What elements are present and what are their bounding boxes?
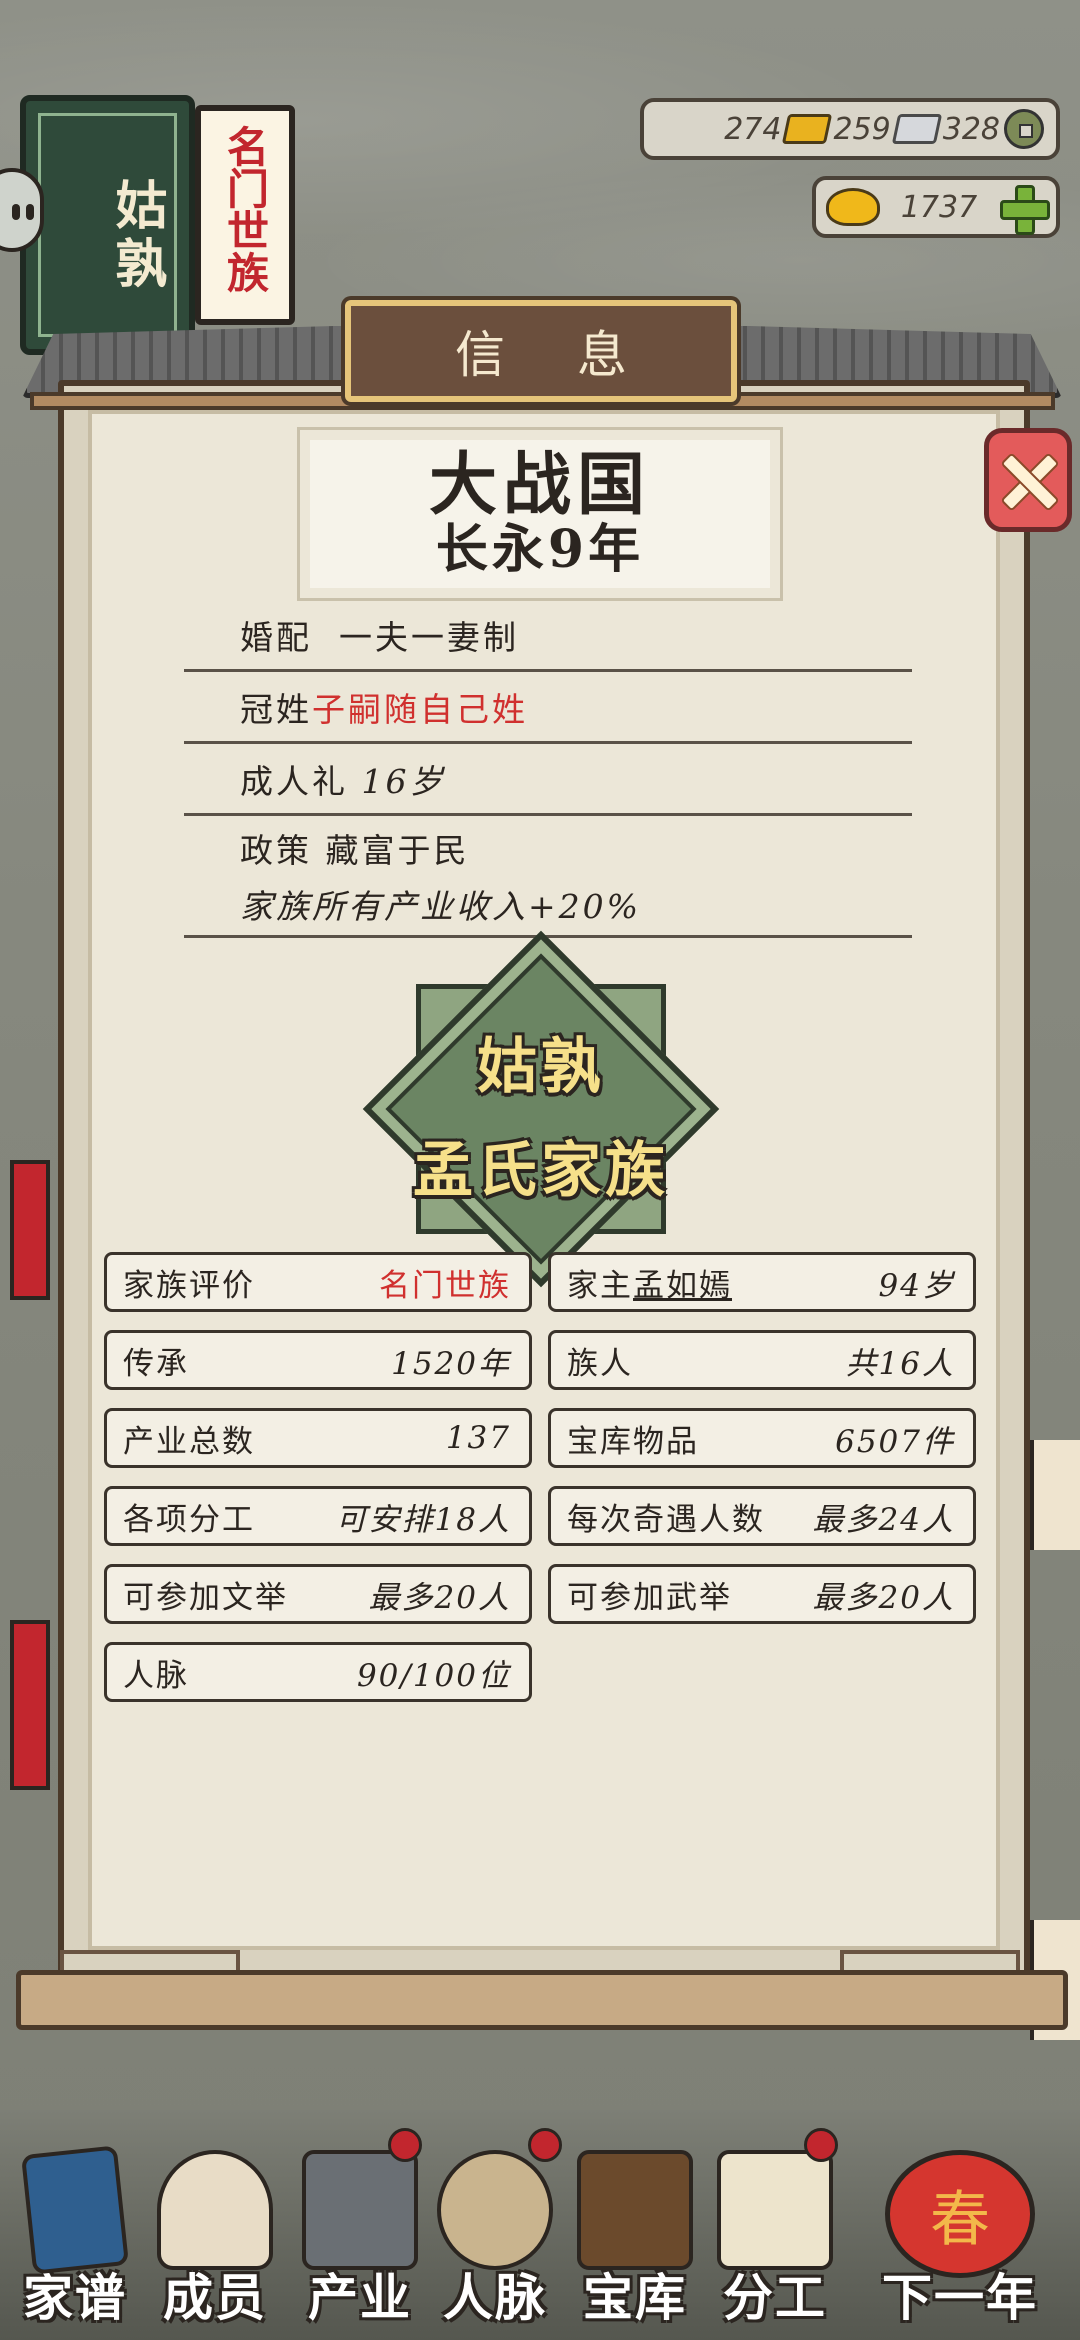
rule-coming-of-age: 成人礼 16岁 bbox=[184, 744, 912, 816]
nav-label: 成员 bbox=[163, 2268, 267, 2327]
silver-ingot-count: 259 bbox=[833, 111, 891, 147]
currency-bar: 274 259 328 bbox=[640, 98, 1060, 160]
scroll-icon bbox=[717, 2150, 833, 2270]
rule-policy: 政策 藏富于民 家族所有产业收入+20% bbox=[184, 816, 912, 938]
stat-assignments: 各项分工 可安排18人 bbox=[104, 1486, 532, 1546]
nav-industry[interactable]: 产业 bbox=[285, 2150, 435, 2330]
stat-value: 最多20人 bbox=[812, 1579, 955, 1616]
stat-family-rating: 家族评价 名门世族 bbox=[104, 1252, 532, 1312]
stat-label: 人脉 bbox=[123, 1657, 189, 1694]
stat-connections: 人脉 90/100位 bbox=[104, 1642, 532, 1702]
rule-value: 16岁 bbox=[361, 761, 446, 801]
rule-value: 一夫一妻制 bbox=[338, 617, 519, 657]
rule-surname: 冠姓子嗣随自己姓 bbox=[184, 672, 912, 744]
stat-value: 最多20人 bbox=[368, 1579, 511, 1616]
stat-label: 每次奇遇人数 bbox=[567, 1501, 765, 1538]
nav-connections[interactable]: 人脉 bbox=[420, 2150, 570, 2330]
stat-value: 90/100位 bbox=[356, 1657, 511, 1694]
book-icon bbox=[20, 2145, 130, 2275]
gold-ingot-count: 274 bbox=[724, 111, 782, 147]
stat-patriarch[interactable]: 家主孟如嫣 94岁 bbox=[548, 1252, 976, 1312]
chest-icon bbox=[577, 2150, 693, 2270]
person-icon bbox=[157, 2150, 273, 2270]
add-currency-icon[interactable] bbox=[998, 183, 1050, 235]
building-icon bbox=[302, 2150, 418, 2270]
nav-assignments[interactable]: 分工 bbox=[700, 2150, 850, 2330]
stat-heritage: 传承 1520年 bbox=[104, 1330, 532, 1390]
nav-label: 宝库 bbox=[583, 2268, 687, 2327]
network-icon bbox=[437, 2150, 553, 2270]
stat-civil-exam: 可参加文举 最多20人 bbox=[104, 1564, 532, 1624]
stat-label: 产业总数 bbox=[123, 1423, 255, 1460]
side-tab-right[interactable] bbox=[1030, 1440, 1080, 1550]
nav-label: 分工 bbox=[723, 2268, 827, 2327]
notification-dot bbox=[804, 2128, 838, 2162]
close-button[interactable] bbox=[984, 428, 1072, 532]
family-banner: 姑 孰 bbox=[20, 95, 195, 355]
notification-dot bbox=[388, 2128, 422, 2162]
stat-military-exam: 可参加武举 最多20人 bbox=[548, 1564, 976, 1624]
nav-label: 产业 bbox=[308, 2268, 412, 2327]
nav-genealogy[interactable]: 家谱 bbox=[0, 2145, 150, 2330]
rule-label: 冠姓 bbox=[240, 689, 312, 729]
modal-title: 信 息 bbox=[345, 300, 737, 402]
stat-value: 6507件 bbox=[835, 1423, 955, 1460]
stat-label: 宝库物品 bbox=[567, 1423, 699, 1460]
family-emblem: 姑孰 孟氏家族 bbox=[358, 926, 724, 1292]
stat-value: 名门世族 bbox=[379, 1267, 511, 1304]
stat-label: 家主 bbox=[567, 1267, 633, 1304]
banner-char: 孰 bbox=[106, 236, 167, 288]
stat-encounter-limit: 每次奇遇人数 最多24人 bbox=[548, 1486, 976, 1546]
side-tab-left[interactable] bbox=[10, 1160, 50, 1300]
yuanbao-count: 1737 bbox=[900, 189, 978, 225]
stat-label: 传承 bbox=[123, 1345, 189, 1382]
stat-industry-count: 产业总数 137 bbox=[104, 1408, 532, 1468]
stat-label: 家族评价 bbox=[123, 1267, 255, 1304]
stat-label: 可参加武举 bbox=[567, 1579, 732, 1616]
emblem-line-2: 孟氏家族 bbox=[413, 1136, 669, 1206]
coin-count: 328 bbox=[942, 111, 1000, 147]
rank-plaque: 名门世族 bbox=[195, 105, 295, 325]
rule-label: 婚配 bbox=[240, 617, 312, 657]
stat-label: 可参加文举 bbox=[123, 1579, 288, 1616]
rule-label: 成人礼 bbox=[240, 761, 348, 801]
nav-members[interactable]: 成员 bbox=[140, 2150, 290, 2330]
stat-value: 可安排18人 bbox=[335, 1501, 511, 1538]
stat-value: 137 bbox=[445, 1420, 511, 1456]
stat-label: 族人 bbox=[567, 1345, 633, 1382]
stat-value: 1520年 bbox=[391, 1345, 511, 1382]
stat-value: 共16人 bbox=[845, 1345, 955, 1382]
gold-ingot-icon bbox=[782, 114, 833, 144]
modal-base bbox=[16, 1970, 1068, 2030]
rule-marriage: 婚配 一夫一妻制 bbox=[184, 600, 912, 672]
notification-dot bbox=[528, 2128, 562, 2162]
stat-value: 94岁 bbox=[878, 1267, 955, 1304]
era-name: 大战国 bbox=[428, 444, 651, 525]
stat-treasury-items: 宝库物品 6507件 bbox=[548, 1408, 976, 1468]
rule-value: 子嗣随自己姓 bbox=[312, 689, 528, 729]
era-box: 大战国 长永9年 bbox=[297, 427, 783, 601]
nav-treasury[interactable]: 宝库 bbox=[560, 2150, 710, 2330]
banner-char: 姑 bbox=[106, 178, 167, 230]
lantern-glyph: 春 bbox=[930, 2184, 990, 2255]
nav-next-year[interactable]: 春 下一年 bbox=[850, 2150, 1070, 2330]
side-tab-left-2[interactable] bbox=[10, 1620, 50, 1790]
rule-label: 政策 bbox=[240, 830, 312, 870]
chat-bubble-icon[interactable] bbox=[0, 168, 44, 252]
stat-label: 各项分工 bbox=[123, 1501, 255, 1538]
close-icon bbox=[1000, 452, 1056, 508]
policy-effect: 家族所有产业收入+20% bbox=[240, 886, 641, 926]
stat-value: 最多24人 bbox=[812, 1501, 955, 1538]
copper-coin-icon bbox=[1004, 109, 1044, 149]
yuanbao-icon bbox=[826, 188, 880, 226]
silver-ingot-icon bbox=[891, 114, 942, 144]
yuanbao-bar: 1737 bbox=[812, 176, 1060, 238]
nav-label: 人脉 bbox=[443, 2268, 547, 2327]
emblem-line-1: 姑孰 bbox=[477, 1032, 605, 1102]
stat-clansmen: 族人 共16人 bbox=[548, 1330, 976, 1390]
rule-value: 藏富于民 bbox=[325, 830, 470, 870]
patriarch-name-link[interactable]: 孟如嫣 bbox=[633, 1268, 732, 1304]
nav-label: 下一年 bbox=[882, 2268, 1038, 2327]
era-year: 长永9年 bbox=[435, 519, 645, 581]
